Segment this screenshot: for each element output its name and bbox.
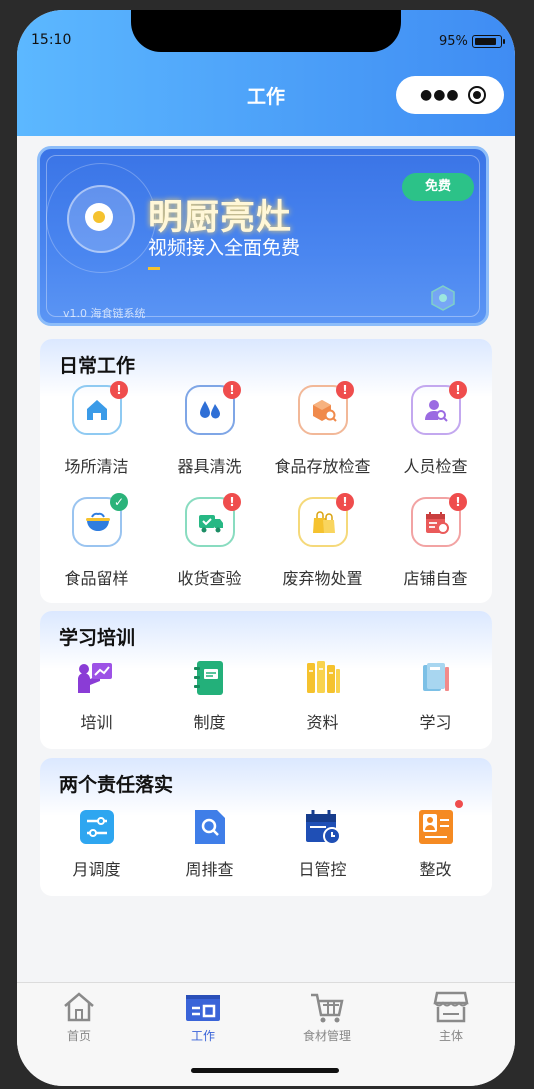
- daily-item-food-sample[interactable]: ✓ 食品留样: [40, 493, 153, 588]
- tab-label: 工作: [190, 1029, 215, 1043]
- daily-item-label: 食品留样: [64, 569, 129, 588]
- store-icon: [433, 991, 469, 1023]
- tab-ingredients[interactable]: 食材管理: [265, 983, 389, 1053]
- daily-item-label: 废弃物处置: [282, 569, 363, 588]
- doc-search-icon: [195, 810, 225, 844]
- status-time: 15:10: [31, 32, 72, 48]
- daily-item-utensil-wash[interactable]: ! 器具清洗: [153, 381, 266, 476]
- work-icon: [186, 995, 220, 1021]
- presentation-icon: [78, 663, 112, 693]
- alert-badge: !: [449, 381, 467, 399]
- training-item-train[interactable]: 培训: [40, 659, 153, 739]
- responsibility-card: 两个责任落实 月调度 周排查 日管控 整改: [40, 758, 492, 896]
- section-title: 日常工作: [59, 355, 136, 377]
- battery-icon: [472, 35, 505, 48]
- daily-item-receiving[interactable]: ! 收货查验: [153, 493, 266, 588]
- resp-item-daily[interactable]: 日管控: [266, 808, 379, 888]
- alert-badge: !: [110, 381, 128, 399]
- alert-badge: !: [223, 381, 241, 399]
- tab-home[interactable]: 首页: [17, 983, 141, 1053]
- sliders-icon: [80, 810, 114, 844]
- phone-screen: 15:10 95% 工作 ●●● 明厨亮灶 视频接入全面免费 v1.0 海食链系…: [17, 10, 515, 1086]
- resp-item-label: 周排查: [185, 860, 234, 879]
- alert-badge: !: [336, 493, 354, 511]
- training-item-label: 制度: [193, 713, 226, 732]
- daily-item-staff-check[interactable]: ! 人员检查: [379, 381, 492, 476]
- daily-item-waste[interactable]: ! 废弃物处置: [266, 493, 379, 588]
- promo-banner[interactable]: 明厨亮灶 视频接入全面免费 v1.0 海食链系统 免费: [37, 146, 489, 326]
- training-item-study[interactable]: 学习: [379, 659, 492, 739]
- tab-label: 首页: [66, 1029, 91, 1043]
- daily-item-label: 食品存放检查: [274, 457, 371, 476]
- person-card-icon: [419, 810, 453, 844]
- battery-percent: 95%: [439, 34, 468, 49]
- resp-item-rectify[interactable]: 整改: [379, 800, 492, 888]
- daily-item-label: 店铺自查: [403, 569, 468, 588]
- alert-badge: !: [449, 493, 467, 511]
- tab-work[interactable]: 工作: [141, 983, 265, 1053]
- banner-version: v1.0 海食链系统: [63, 307, 146, 320]
- alert-badge: !: [336, 381, 354, 399]
- banner-divider: [148, 267, 160, 270]
- daily-work-card: 日常工作 ! 场所清洁 ! 器具清洗 ! 食品存放检查 ! 人员检查 ✓ 食品留…: [40, 339, 492, 603]
- daily-item-site-cleaning[interactable]: ! 场所清洁: [40, 381, 153, 476]
- calendar-clock-icon: [306, 810, 341, 845]
- training-item-rules[interactable]: 制度: [153, 659, 266, 739]
- banner-subtitle: 视频接入全面免费: [148, 237, 301, 259]
- home-indicator[interactable]: [191, 1068, 339, 1073]
- home-icon: [64, 992, 94, 1022]
- dot-badge: [455, 800, 463, 808]
- tab-entity[interactable]: 主体: [389, 983, 513, 1053]
- camera-dot-icon: [85, 203, 113, 231]
- resp-item-label: 日管控: [298, 860, 347, 879]
- notebook-icon: [194, 661, 223, 695]
- notch: [131, 10, 401, 52]
- more-icon[interactable]: ●●●: [420, 88, 460, 102]
- resp-item-label: 月调度: [72, 860, 121, 879]
- training-item-label: 培训: [80, 713, 113, 732]
- book-icon: [423, 663, 449, 691]
- section-title: 两个责任落实: [59, 774, 174, 796]
- training-item-materials[interactable]: 资料: [266, 659, 379, 739]
- close-target-icon[interactable]: [468, 86, 486, 104]
- section-title: 学习培训: [59, 627, 136, 649]
- tab-label: 食材管理: [302, 1029, 351, 1043]
- daily-item-label: 人员检查: [403, 457, 468, 476]
- alert-badge: !: [223, 493, 241, 511]
- training-card: 学习培训 培训 制度 资料 学习: [40, 611, 492, 749]
- tab-label: 主体: [438, 1029, 463, 1043]
- resp-item-monthly[interactable]: 月调度: [40, 808, 153, 888]
- resp-item-weekly[interactable]: 周排查: [153, 808, 266, 888]
- training-item-label: 资料: [306, 713, 339, 732]
- training-item-label: 学习: [419, 713, 452, 732]
- mini-program-capsule[interactable]: ●●●: [396, 76, 504, 114]
- hexagon-icon: [431, 285, 455, 311]
- daily-item-label: 收货查验: [177, 569, 242, 588]
- daily-item-label: 器具清洗: [177, 457, 242, 476]
- daily-item-label: 场所清洁: [64, 457, 129, 476]
- cart-icon: [311, 993, 344, 1023]
- done-badge: ✓: [110, 493, 128, 511]
- daily-item-food-storage[interactable]: ! 食品存放检查: [266, 381, 379, 476]
- archive-icon: [307, 661, 340, 693]
- header-bar: 15:10 95% 工作 ●●●: [17, 10, 515, 136]
- resp-item-label: 整改: [419, 860, 452, 879]
- free-badge[interactable]: 免费: [402, 173, 474, 201]
- daily-item-store-selfcheck[interactable]: ! 店铺自查: [379, 493, 492, 588]
